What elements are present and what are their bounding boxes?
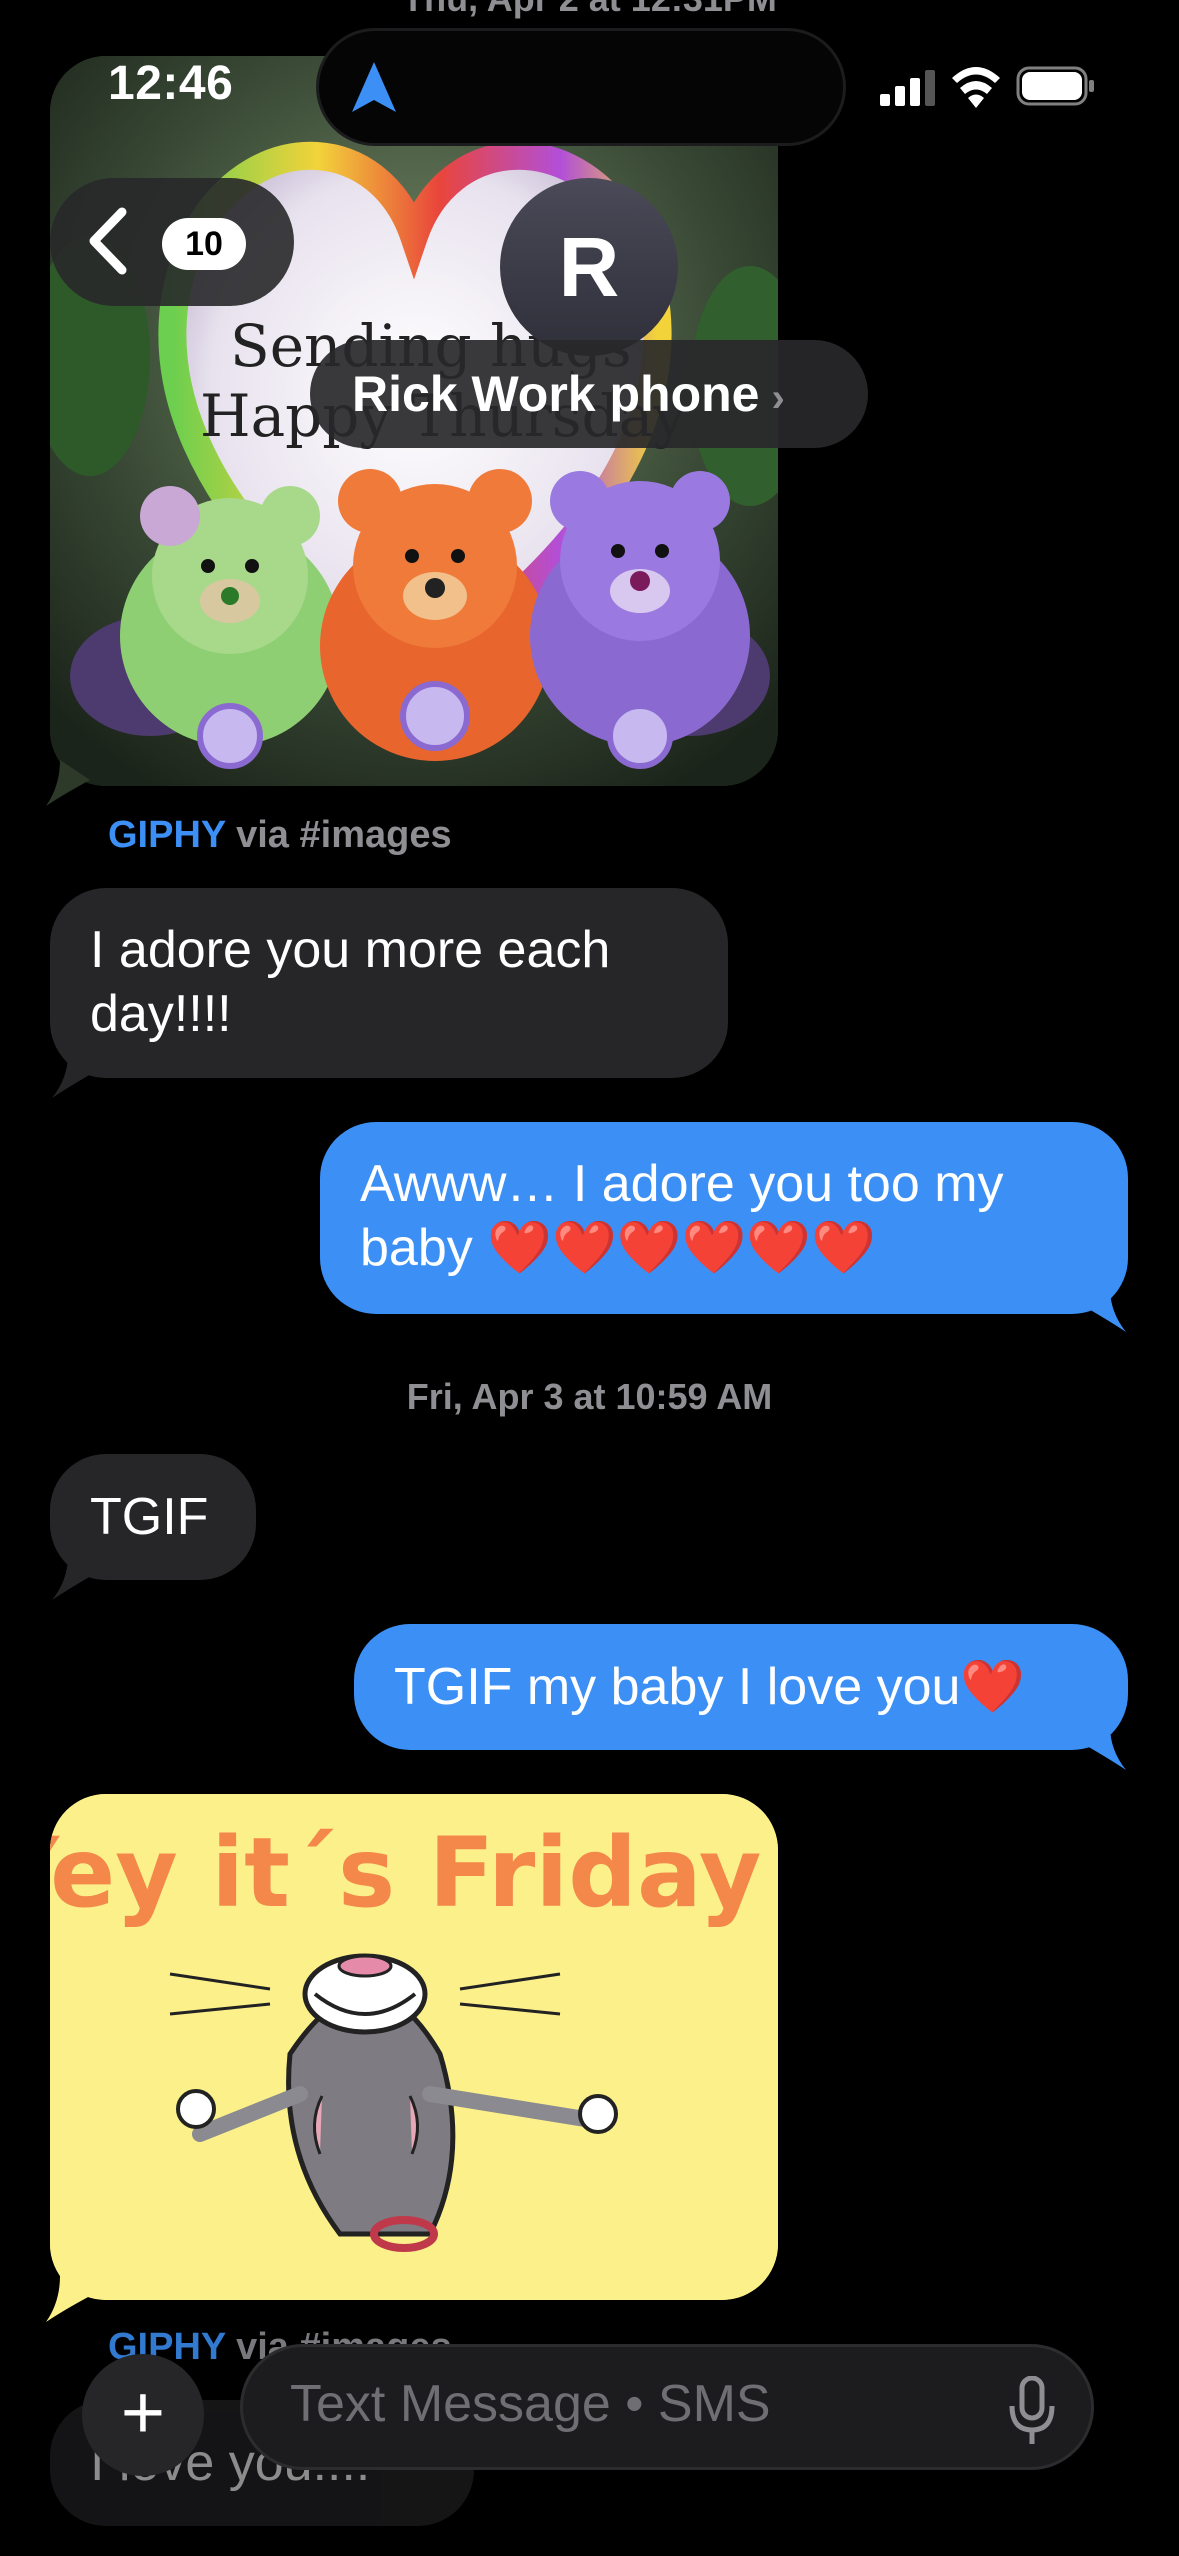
bubble-tail [1080, 1288, 1126, 1332]
outgoing-message[interactable]: Awww… I adore you too my baby ❤️❤️❤️❤️❤️… [320, 1122, 1128, 1314]
unread-count-badge: 10 [162, 218, 246, 270]
battery-icon [1016, 66, 1094, 106]
gif-friday-image[interactable]: Yey it´s Friday ! [50, 1794, 778, 2300]
message-text: TGIF [90, 1488, 209, 1546]
giphy-via: via #images [225, 814, 452, 856]
timestamp-top: Thu, Apr 2 at 12:31PM [0, 0, 1179, 20]
message-placeholder: Text Message • SMS [290, 2375, 771, 2433]
message-text: I adore you more each day!!!! [90, 921, 611, 1043]
friday-illustration: Yey it´s Friday ! [50, 1794, 778, 2300]
gif-friday-text: Yey it´s Friday ! [50, 1817, 778, 1929]
status-time: 12:46 [108, 57, 234, 110]
bubble-tail [52, 1556, 98, 1600]
chevron-left-icon [89, 207, 127, 275]
bubble-tail [52, 1054, 98, 1098]
bubble-tail [1080, 1726, 1126, 1770]
message-text: Awww… I adore you too my baby ❤️❤️❤️❤️❤️… [360, 1155, 1004, 1277]
add-attachment-button[interactable]: + [82, 2354, 204, 2476]
message-text: TGIF my baby I love you❤️ [394, 1658, 1026, 1716]
bubble-tail [46, 760, 90, 806]
giphy-attribution[interactable]: GIPHY via #images [108, 814, 452, 857]
giphy-brand: GIPHY [108, 814, 226, 856]
outgoing-message[interactable]: TGIF my baby I love you❤️ [354, 1624, 1128, 1750]
chevron-right-icon: › [771, 376, 785, 420]
incoming-message[interactable]: I adore you more each day!!!! [50, 888, 728, 1078]
microphone-icon[interactable] [1006, 2376, 1058, 2446]
contact-name-button[interactable]: Rick Work phone › [310, 340, 868, 448]
wifi-icon [952, 67, 1000, 108]
bubble-tail [46, 2276, 90, 2322]
cellular-signal-icon [880, 70, 935, 106]
timestamp: Fri, Apr 3 at 10:59 AM [406, 1376, 773, 1417]
contact-name: Rick Work phone [352, 366, 760, 422]
location-arrow-icon [352, 62, 396, 112]
contact-avatar[interactable]: R [500, 178, 678, 356]
